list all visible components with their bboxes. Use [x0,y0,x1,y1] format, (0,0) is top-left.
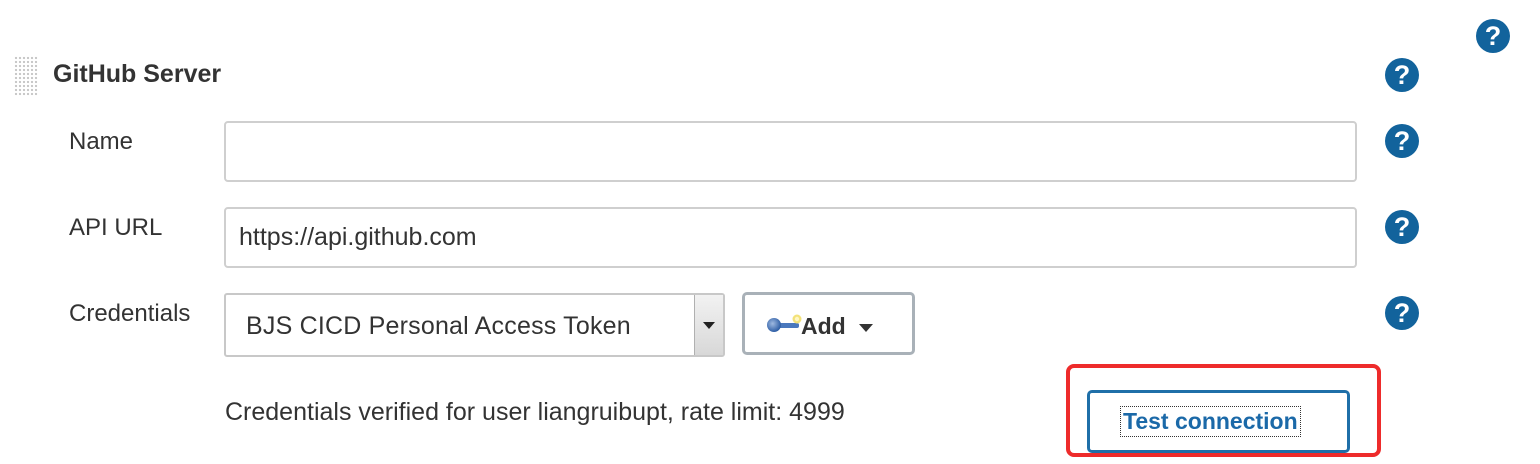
test-connection-label: Test connection [1120,406,1301,437]
name-input[interactable] [224,121,1357,182]
credentials-select[interactable]: BJS CICD Personal Access Token [224,293,725,357]
api-url-label: API URL [69,214,163,241]
name-label: Name [69,128,134,155]
key-icon [767,314,802,332]
drag-handle-icon[interactable] [14,56,38,96]
help-icon[interactable]: ? [1476,19,1510,53]
caret-down-icon [859,324,873,332]
github-server-config: ? GitHub Server ? Name ? API URL ? Crede… [0,0,1540,464]
add-credentials-button[interactable]: Add [742,292,915,355]
add-button-label: Add [801,313,846,339]
select-arrow-icon[interactable] [694,295,723,355]
test-connection-button[interactable]: Test connection [1087,390,1350,453]
help-icon[interactable]: ? [1385,58,1419,92]
help-icon[interactable]: ? [1385,210,1419,244]
credentials-selected-value: BJS CICD Personal Access Token [246,312,631,340]
credentials-label: Credentials [69,300,191,327]
help-icon[interactable]: ? [1385,124,1419,158]
help-icon[interactable]: ? [1385,296,1419,330]
section-title: GitHub Server [53,60,222,88]
credentials-verified-message: Credentials verified for user liangruibu… [225,398,845,426]
api-url-input[interactable] [224,207,1357,268]
